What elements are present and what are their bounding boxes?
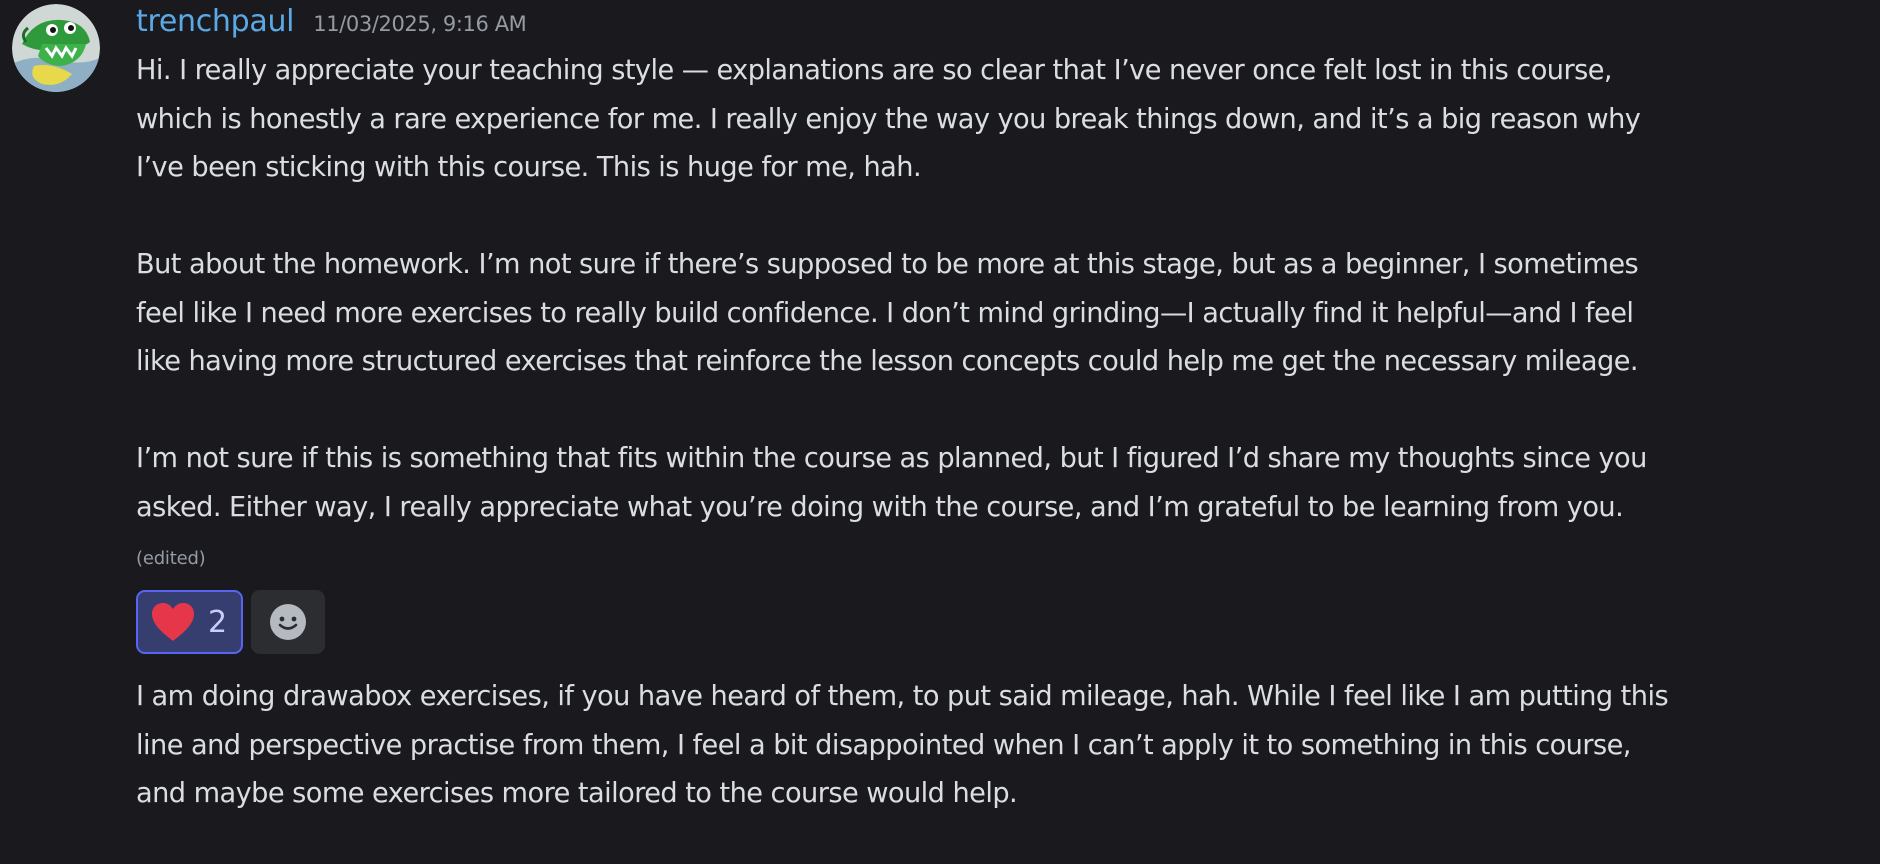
reaction-count: 2 <box>208 604 228 640</box>
heart-reaction-button[interactable]: 2 <box>136 590 243 654</box>
followup-message-paragraph: I am doing drawabox exercises, if you ha… <box>136 673 1856 819</box>
avatar[interactable] <box>12 4 100 92</box>
reaction-bar: 2 <box>136 590 325 654</box>
message-paragraph: Hi. I really appreciate your teaching st… <box>136 47 1856 193</box>
message-line: feel like I need more exercises to reall… <box>136 297 1634 329</box>
message-line: which is honestly a rare experience for … <box>136 103 1641 135</box>
edited-label: (edited) <box>136 548 206 569</box>
message-line: But about the homework. I’m not sure if … <box>136 249 1639 280</box>
timestamp[interactable]: 11/03/2025, 9:16 AM <box>313 12 527 36</box>
message-line: like having more structured exercises th… <box>136 346 1639 377</box>
username[interactable]: trenchpaul <box>136 4 295 39</box>
message-line: I am doing drawabox exercises, if you ha… <box>136 681 1669 712</box>
add-reaction-icon <box>270 604 306 640</box>
message-line: Hi. I really appreciate your teaching st… <box>136 55 1613 86</box>
message-paragraph: I’m not sure if this is something that f… <box>136 435 1856 532</box>
message-line: line and perspective practise from them,… <box>136 729 1631 761</box>
message-paragraph: But about the homework. I’m not sure if … <box>136 241 1856 387</box>
message-header: trenchpaul 11/03/2025, 9:16 AM <box>136 4 527 48</box>
message-line: asked. Either way, I really appreciate w… <box>136 491 1624 523</box>
message-line: I’ve been sticking with this course. Thi… <box>136 152 922 183</box>
avatar-image <box>12 4 100 92</box>
add-reaction-button[interactable] <box>251 590 325 654</box>
heart-icon <box>152 603 194 641</box>
message-line: I’m not sure if this is something that f… <box>136 443 1647 474</box>
message-line: and maybe some exercises more tailored t… <box>136 778 1018 809</box>
